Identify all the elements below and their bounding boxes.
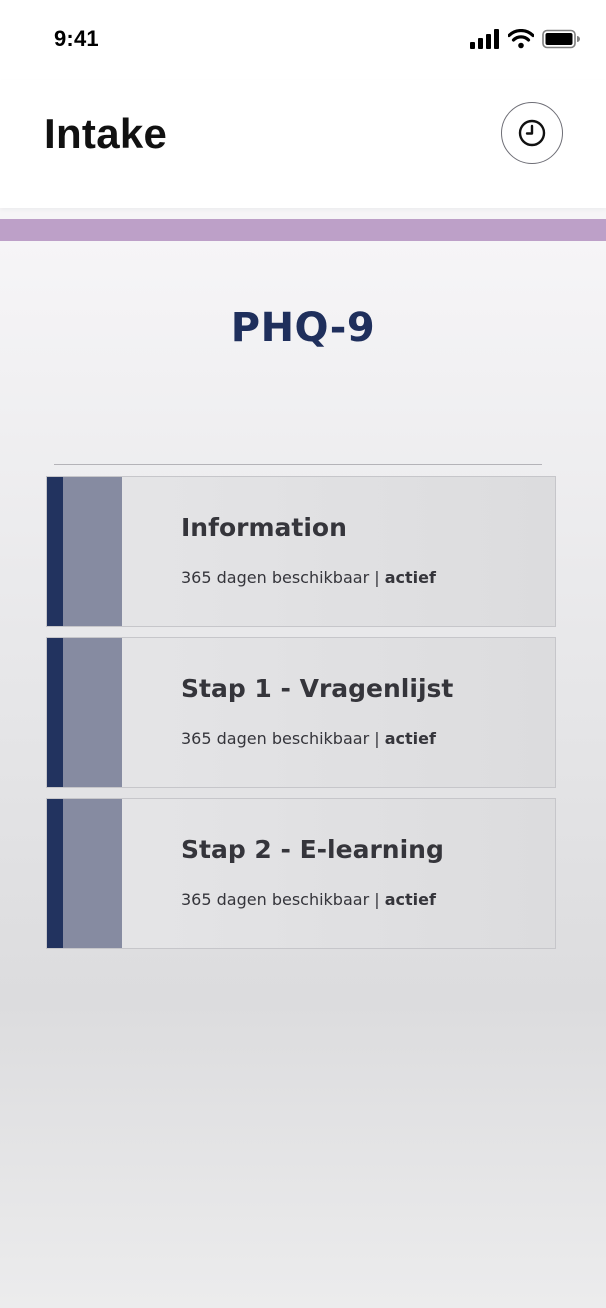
step-thumbnail <box>63 477 122 626</box>
step-availability: 365 dagen beschikbaar <box>181 890 370 909</box>
app-header: Intake <box>0 80 606 208</box>
step-accent-bar <box>47 799 63 948</box>
step-card-vragenlijst[interactable]: Stap 1 - Vragenlijst 365 dagen beschikba… <box>46 637 556 788</box>
step-availability: 365 dagen beschikbaar <box>181 568 370 587</box>
step-thumbnail <box>63 638 122 787</box>
step-meta: 365 dagen beschikbaar | actief <box>181 568 436 587</box>
step-status: actief <box>384 729 436 748</box>
history-button[interactable] <box>501 102 563 164</box>
step-card-information[interactable]: Information 365 dagen beschikbaar | acti… <box>46 476 556 627</box>
step-title: Stap 2 - E-learning <box>181 835 444 864</box>
step-separator: | <box>374 890 380 909</box>
step-list: Information 365 dagen beschikbaar | acti… <box>46 476 556 959</box>
status-time: 9:41 <box>54 26 99 51</box>
status-icons <box>470 28 580 50</box>
step-status: actief <box>384 568 436 587</box>
step-separator: | <box>374 568 380 587</box>
step-availability: 365 dagen beschikbaar <box>181 729 370 748</box>
signal-icon <box>470 29 499 49</box>
page-title: Intake <box>44 110 168 157</box>
status-bar: 9:41 <box>0 0 606 80</box>
wifi-icon <box>508 29 534 49</box>
step-accent-bar <box>47 477 63 626</box>
battery-icon <box>542 29 580 49</box>
step-status: actief <box>384 890 436 909</box>
step-card-e-learning[interactable]: Stap 2 - E-learning 365 dagen beschikbaa… <box>46 798 556 949</box>
divider <box>54 464 542 465</box>
clock-icon <box>518 119 546 147</box>
step-title: Information <box>181 513 347 542</box>
step-separator: | <box>374 729 380 748</box>
step-accent-bar <box>47 638 63 787</box>
step-title: Stap 1 - Vragenlijst <box>181 674 454 703</box>
step-meta: 365 dagen beschikbaar | actief <box>181 890 436 909</box>
module-title: PHQ-9 <box>230 305 376 351</box>
step-thumbnail <box>63 799 122 948</box>
accent-band <box>0 219 606 241</box>
step-meta: 365 dagen beschikbaar | actief <box>181 729 436 748</box>
